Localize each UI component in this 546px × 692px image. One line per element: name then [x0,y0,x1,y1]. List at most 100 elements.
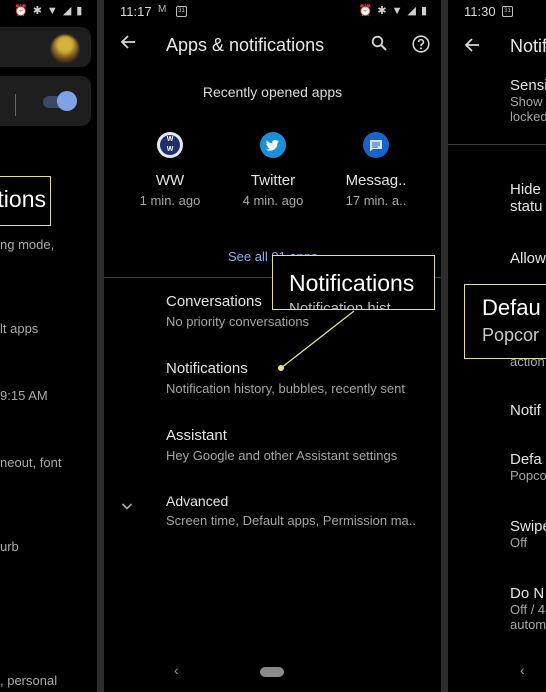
account-card[interactable] [0,27,91,67]
callout-notifications: Notifications Notification hist [272,255,435,310]
app-name: Twitter [250,172,296,189]
bluetooth-icon: ✱ [377,5,387,17]
nav-back-button[interactable]: ‹ [174,662,179,678]
callout-notifications: tions [0,176,51,226]
row-subtitle[interactable]: neout, font [0,455,61,470]
gmail-icon: M [158,4,167,15]
arrow-left-icon [464,38,479,52]
nav-back-button[interactable]: ‹ [520,662,525,678]
row-title: statu [510,198,543,215]
row-title: Do N [510,585,545,602]
recent-app-ww[interactable]: WW WW 1 min. ago [120,132,220,208]
help-button[interactable] [412,35,430,58]
row-subtitle: autom [510,617,546,632]
row-title: Swipe [510,518,546,535]
status-bar: 11:30 31 [448,0,546,24]
setting-row-sensitive[interactable]: Sensi Show locked [510,77,546,124]
alarm-icon: ⏰ [358,5,373,17]
status-time: 11:30 [464,4,496,19]
status-icons: ⏰ ✱ ▼ ◢ ▮ [14,4,83,18]
setting-row-swipe[interactable]: Swipe Off [510,518,546,550]
chevron-down-icon[interactable] [121,500,133,512]
menu-item-advanced[interactable]: Advanced Screen time, Default apps, Perm… [166,493,431,528]
row-title: Hide [510,181,541,198]
divider [448,144,546,145]
panel-separator [97,0,104,692]
callout-default: Defau Popcor [464,284,546,359]
row-title: Sensi [510,77,546,94]
nav-home-pill[interactable] [260,667,284,677]
left-screen-panel: ⏰ ✱ ▼ ◢ ▮ tions ng mode, lt apps 9:15 AM… [0,0,97,692]
status-time: 11:17 [120,4,152,19]
item-subtitle: Screen time, Default apps, Permission ma… [166,513,416,528]
setting-row-notification[interactable]: Notif [510,402,541,419]
setting-row-hide-silent[interactable]: Hide statu [510,181,543,215]
status-bar: ⏰ ✱ ▼ ◢ ▮ [0,0,97,24]
status-bar: 11:17 M 31 ⏰ ✱ ▼ ◢ ▮ [104,0,441,24]
avatar[interactable] [51,35,79,63]
recent-app-messages[interactable]: Messag.. 17 min. a.. [326,132,426,208]
app-name: Messag.. [345,172,407,189]
row-subtitle: Show [510,94,543,109]
setting-row-do-not-disturb[interactable]: Do N Off / 4 autom [510,585,546,632]
setting-row-default[interactable]: Defa Popco [510,451,546,483]
app-name: WW [155,172,185,189]
callout-pointer [278,310,355,371]
menu-item-notifications[interactable]: Notifications Notification history, bubb… [166,360,431,396]
item-title: Notifications [166,360,248,377]
calendar-icon: 31 [502,4,513,17]
recent-app-twitter[interactable]: Twitter 4 min. ago [223,132,323,208]
back-button[interactable] [120,34,136,55]
notifications-screen: 11:30 31 Notif Sensi Show locked Hide st… [448,0,546,692]
arrow-left-icon [120,35,135,49]
search-button[interactable] [371,35,387,56]
search-icon [371,35,387,51]
callout-title: Defau [482,295,541,320]
item-subtitle: Hey Google and other Assistant settings [166,448,398,463]
help-circle-icon [412,35,430,53]
status-icons: ⏰ ✱ ▼ ◢ ▮ [358,4,427,18]
signal-icon: ◢ [407,5,416,17]
signal-icon: ◢ [62,5,72,17]
row-subtitle[interactable]: urb [0,539,19,554]
recent-apps-heading: Recently opened apps [202,84,343,100]
row-subtitle[interactable]: 9:15 AM [0,388,48,403]
callout-label: tions [0,186,46,212]
row-subtitle: locked [510,109,546,124]
page-title: Apps & notifications [166,35,325,55]
alarm-icon: ⏰ [14,5,28,17]
apps-notifications-screen: 11:17 M 31 ⏰ ✱ ▼ ◢ ▮ Apps & notification… [104,0,441,692]
row-subtitle[interactable]: lt apps [0,321,38,336]
twitter-app-icon [260,132,286,158]
row-subtitle: Popco [510,468,546,483]
menu-item-assistant[interactable]: Assistant Hey Google and other Assistant… [166,427,431,463]
row-subtitle[interactable]: ng mode, [0,237,54,252]
item-title: Advanced [166,493,229,509]
wifi-icon: ▼ [46,4,58,17]
toggle-switch[interactable] [57,91,77,111]
page-title: Notif [510,36,546,56]
bluetooth-icon: ✱ [32,5,42,17]
wifi-icon: ▼ [391,4,403,17]
messages-app-icon [363,132,389,158]
callout-label: Notifications [289,270,415,296]
item-subtitle: No priority conversations [166,314,310,329]
calendar-icon: 31 [176,4,187,17]
row-subtitle: Off [510,535,528,550]
row-title: Defa [510,451,542,468]
row-subtitle[interactable]: , personal [0,673,57,688]
row-subtitle: Off / 4 [510,602,546,617]
item-title: Assistant [166,427,227,444]
app-time: 4 min. ago [242,193,304,208]
app-time: 1 min. ago [139,193,201,208]
setting-row-allow[interactable]: Allow [510,250,546,267]
callout-ghost-text: Notification hist [289,300,391,310]
callout-subtitle: Popcor [482,325,540,345]
battery-icon: ▮ [420,5,427,17]
row-title: Allow [510,250,546,267]
battery-icon: ▮ [76,5,83,17]
panel-separator [441,0,448,692]
ww-app-icon: WW [157,132,183,158]
app-time: 17 min. a.. [345,193,407,208]
back-button[interactable] [464,37,480,58]
